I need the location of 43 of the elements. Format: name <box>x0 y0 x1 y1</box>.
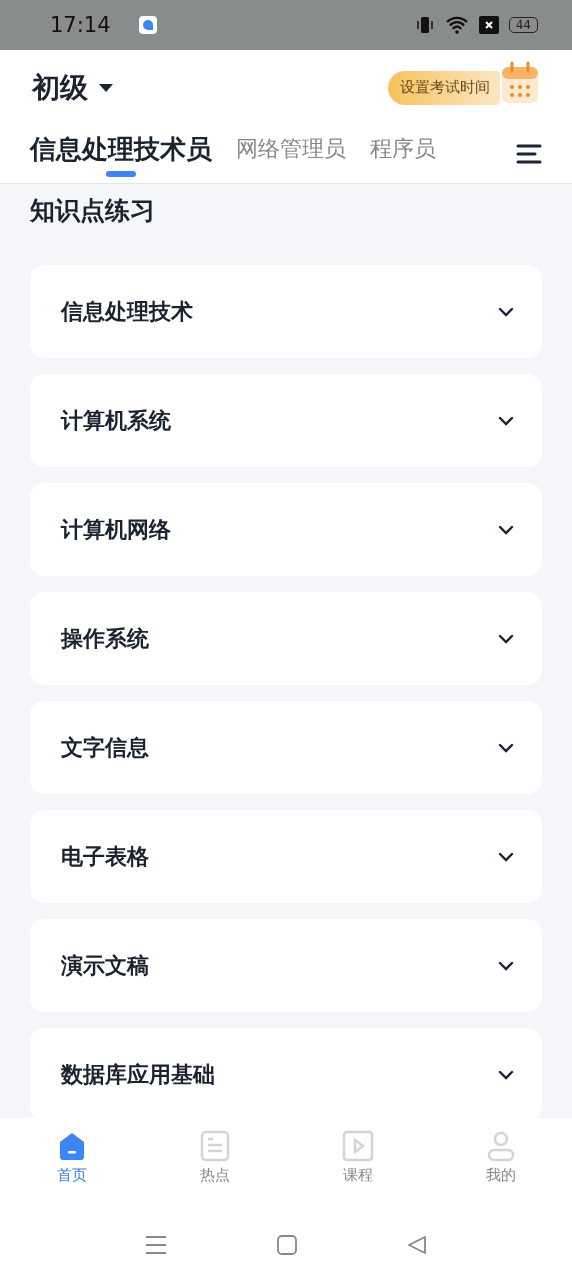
category-tab[interactable]: 信息处理技术员 <box>30 131 212 177</box>
battery-level: 44 <box>508 17 538 33</box>
status-time: 17:14 <box>50 13 111 37</box>
topic-title: 演示文稿 <box>61 951 149 980</box>
nav-label: 课程 <box>342 1166 373 1185</box>
topic-title: 计算机系统 <box>61 406 171 435</box>
nav-tab[interactable]: 首页 <box>0 1118 143 1210</box>
topic-title: 文字信息 <box>61 733 149 762</box>
topic-title: 操作系统 <box>61 624 149 653</box>
document-icon <box>198 1130 231 1162</box>
topic-card[interactable]: 计算机系统 <box>30 374 542 467</box>
vibrate-icon <box>414 15 435 35</box>
level-selector[interactable]: 初级 <box>32 68 88 107</box>
topic-title: 信息处理技术 <box>61 297 193 326</box>
topic-card[interactable]: 电子表格 <box>30 810 542 903</box>
calendar-icon <box>500 60 540 105</box>
topic-card[interactable]: 文字信息 <box>30 701 542 794</box>
dropdown-caret-icon <box>96 81 116 94</box>
nav-tab[interactable]: 热点 <box>143 1118 286 1210</box>
topic-card[interactable]: 信息处理技术 <box>30 265 542 358</box>
topic-title: 电子表格 <box>61 842 149 871</box>
video-icon <box>341 1130 374 1162</box>
home-button-icon[interactable] <box>277 1235 297 1255</box>
topic-card[interactable]: 数据库应用基础 <box>30 1028 542 1118</box>
nav-tab[interactable]: 课程 <box>286 1118 429 1210</box>
topic-card[interactable]: 计算机网络 <box>30 483 542 576</box>
topic-title: 计算机网络 <box>61 515 171 544</box>
nav-label: 热点 <box>199 1166 230 1185</box>
topic-card[interactable]: 操作系统 <box>30 592 542 685</box>
set-exam-time-button[interactable]: 设置考试时间 <box>388 70 500 105</box>
wifi-icon <box>444 15 469 35</box>
back-icon[interactable] <box>407 1235 427 1255</box>
menu-icon[interactable] <box>516 143 542 165</box>
no-sim-icon <box>478 16 499 34</box>
nav-label: 首页 <box>56 1166 87 1185</box>
topic-title: 数据库应用基础 <box>61 1060 215 1089</box>
category-tab[interactable]: 程序员 <box>370 134 436 174</box>
nav-label: 我的 <box>485 1166 516 1185</box>
app-icon <box>138 16 157 34</box>
topic-card[interactable]: 演示文稿 <box>30 919 542 1012</box>
nav-tab[interactable]: 我的 <box>429 1118 572 1210</box>
section-title: 知识点练习 <box>30 195 156 227</box>
category-tab[interactable]: 网络管理员 <box>236 134 346 174</box>
